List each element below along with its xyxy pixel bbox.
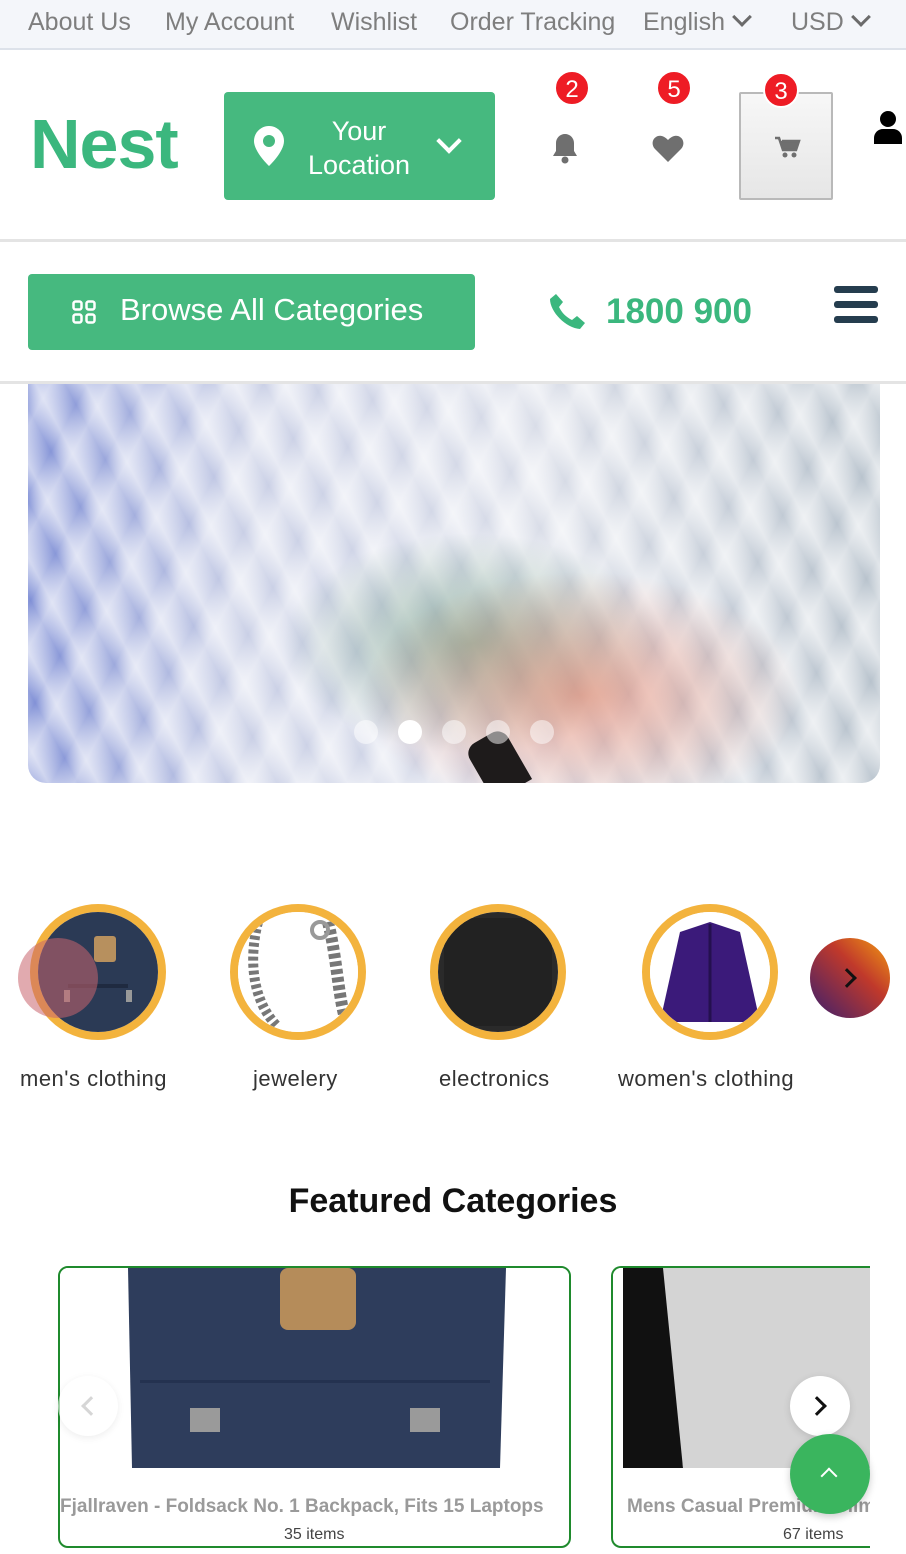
featured-card-count: 35 items [284,1526,345,1543]
chevron-right-icon [837,968,857,988]
slider-dot[interactable] [354,720,378,744]
category-label: women's clothing [618,1066,795,1091]
menu-icon[interactable] [834,286,878,326]
featured-prev-button[interactable] [58,1376,118,1436]
slider-dot[interactable] [486,720,510,744]
browse-all-categories-button[interactable]: Browse All Categories [28,274,475,350]
jacket-image [650,912,770,1032]
wishlist-badge: 5 [656,70,692,106]
about-us-link[interactable]: About Us [28,8,131,37]
currency-select[interactable]: USD [791,7,871,37]
phone-icon [550,294,585,329]
featured-categories-title: Featured Categories [288,1182,618,1220]
category-nav-row: Browse All Categories 1800 900 [0,242,906,384]
scroll-to-top-button[interactable] [790,1434,870,1514]
grid-icon [72,300,96,324]
bracelet-image [238,912,358,1032]
category-jewelery[interactable] [230,904,366,1040]
user-icon [874,111,902,144]
category-label: men's clothing [20,1066,167,1091]
chevron-right-icon [807,1396,827,1416]
featured-card-name: Fjallraven - Foldsack No. 1 Backpack, Fi… [60,1496,544,1517]
wishlist-link[interactable]: Wishlist [331,8,417,37]
category-next-button[interactable] [810,938,890,1018]
order-tracking-link[interactable]: Order Tracking [450,8,615,37]
featured-card[interactable]: Fjallraven - Foldsack No. 1 Backpack, Fi… [58,1266,571,1548]
location-label-line1: Your [331,116,387,146]
featured-next-button[interactable] [790,1376,850,1436]
wishlist-button[interactable] [652,134,684,167]
location-button[interactable]: Your Location [224,92,495,200]
hotline-number[interactable]: 1800 900 [606,292,752,332]
category-label: electronics [439,1066,550,1091]
slider-dot[interactable] [530,720,554,744]
category-label: jewelery [253,1066,338,1091]
language-value: English [643,8,725,36]
language-select[interactable]: English [643,7,752,37]
chevron-down-icon [436,128,462,154]
location-label-line2: Location [307,150,411,180]
backpack-image [60,1268,569,1468]
browse-all-categories-label: Browse All Categories [120,292,424,327]
chevron-up-icon [820,1467,838,1485]
chevron-left-icon [81,1396,101,1416]
notifications-badge: 2 [554,70,590,106]
category-womens-clothing[interactable] [642,904,778,1040]
site-header: Nest Your Location 2 5 3 [0,50,906,242]
bell-icon [553,134,577,164]
slider-dot[interactable] [442,720,466,744]
category-electronics[interactable] [430,904,566,1040]
slider-dot-active[interactable] [398,720,422,744]
currency-value: USD [791,8,844,36]
top-utility-bar: About Us My Account Wishlist Order Track… [0,0,906,50]
notifications-button[interactable] [550,132,580,169]
cart-icon [775,136,801,158]
my-account-link[interactable]: My Account [165,8,294,37]
account-button[interactable] [872,110,904,149]
featured-card-count: 67 items [783,1526,844,1543]
hero-slider[interactable] [28,384,880,783]
cart-button[interactable] [739,92,833,200]
chevron-down-icon [732,7,752,27]
location-label: Your Location [284,114,434,182]
hard-drive-image [438,912,558,1032]
heart-icon [652,135,684,162]
map-pin-icon [254,126,284,166]
site-logo[interactable]: Nest [30,104,179,184]
chevron-down-icon [850,7,871,27]
category-prev-button[interactable] [18,938,98,1018]
cart-badge: 3 [763,72,799,108]
